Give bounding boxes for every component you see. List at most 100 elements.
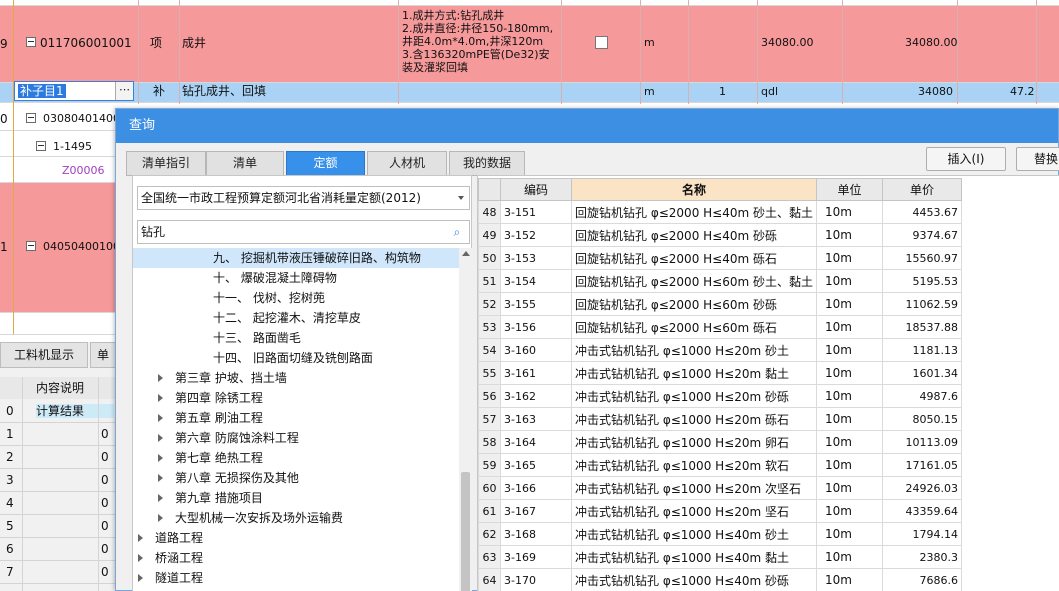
row-number[interactable]: 57 [478,407,501,431]
quota-price[interactable]: 8050.15 [882,407,962,431]
tree-item[interactable]: 第四章 除锈工程 [133,388,459,408]
value-cell[interactable]: 0 [101,450,109,464]
quota-unit[interactable]: 10m [816,568,883,591]
quota-price[interactable]: 4987.6 [882,384,962,408]
table-row[interactable]: 50 3-153 回旋钻机钻孔 φ≤2000 H≤40m 砾石 10m 15560.97 [478,246,962,270]
quota-name[interactable]: 冲击式钻机钻孔 φ≤1000 H≤20m 卵石 [571,430,817,454]
quota-code[interactable]: 3-168 [500,522,572,546]
quota-price[interactable]: 2380.3 [882,545,962,569]
expand-arrow-icon[interactable] [158,394,163,402]
row-number[interactable]: 53 [478,315,501,339]
collapse-icon[interactable] [36,141,46,151]
quota-code[interactable]: 3-165 [500,453,572,477]
quota-code[interactable]: 3-162 [500,384,572,408]
tab-my-data[interactable]: 我的数据 [449,151,525,176]
tab-resource-display[interactable]: 工料机显示 [0,342,88,368]
name-header[interactable]: 名称 [571,178,817,201]
quota-price[interactable]: 1181.13 [882,338,962,362]
row-number[interactable]: 48 [478,200,501,224]
expand-arrow-icon[interactable] [158,414,163,422]
tab-quota[interactable]: 定额 [286,151,365,176]
price-header[interactable]: 单价 [882,178,962,201]
quota-code[interactable]: 3-169 [500,545,572,569]
quota-price[interactable]: 7686.6 [882,568,962,591]
quota-code[interactable]: 3-170 [500,568,572,591]
quota-price[interactable]: 5195.53 [882,269,962,293]
tree-item[interactable]: 十二、 起挖灌木、清挖草皮 [133,308,459,328]
quota-unit[interactable]: 10m [816,361,883,385]
row-number[interactable]: 49 [478,223,501,247]
quota-name[interactable]: 冲击式钻机钻孔 φ≤1000 H≤20m 砂土 [571,338,817,362]
more-button[interactable]: ⋯ [115,82,133,100]
tree-item[interactable]: 第三章 护坡、挡土墙 [133,368,459,388]
quota-unit[interactable]: 10m [816,246,883,270]
value-cell[interactable]: 0 [101,427,109,441]
quota-unit[interactable]: 10m [816,545,883,569]
replace-button[interactable]: 替换 [1016,147,1059,171]
table-row[interactable]: 60 3-166 冲击式钻机钻孔 φ≤1000 H≤20m 次坚石 10m 24926.… [478,476,962,500]
tree-item[interactable]: 隧道工程 [133,568,459,588]
quota-unit[interactable]: 10m [816,453,883,477]
quota-name[interactable]: 冲击式钻机钻孔 φ≤1000 H≤20m 砂砾 [571,384,817,408]
checkbox[interactable] [595,36,608,49]
table-row[interactable]: 55 3-161 冲击式钻机钻孔 φ≤1000 H≤20m 黏土 10m 1601.34 [478,361,962,385]
quota-code[interactable]: 3-153 [500,246,572,270]
expand-arrow-icon[interactable] [138,574,143,582]
collapse-icon[interactable] [26,241,36,251]
chevron-down-icon[interactable] [458,196,464,200]
row-number[interactable]: 52 [478,292,501,316]
table-row[interactable]: 54 3-160 冲击式钻机钻孔 φ≤1000 H≤20m 砂土 10m 1181.13 [478,338,962,362]
quota-name[interactable]: 冲击式钻机钻孔 φ≤1000 H≤20m 坚石 [571,499,817,523]
insert-button[interactable]: 插入(I) [926,147,1006,171]
expand-arrow-icon[interactable] [138,534,143,542]
quota-unit[interactable]: 10m [816,223,883,247]
quota-unit[interactable]: 10m [816,522,883,546]
quota-library-select[interactable]: 全国统一市政工程预算定额河北省消耗量定额(2012) [137,186,470,210]
quota-code[interactable]: 3-164 [500,430,572,454]
row-number[interactable]: 54 [478,338,501,362]
sub-item-code-input[interactable]: 补子目1 ⋯ [14,81,134,101]
quota-name[interactable]: 冲击式钻机钻孔 φ≤1000 H≤40m 黏土 [571,545,817,569]
quota-price[interactable]: 1601.34 [882,361,962,385]
quota-name[interactable]: 冲击式钻机钻孔 φ≤1000 H≤40m 砂土 [571,522,817,546]
quota-name[interactable]: 回旋钻机钻孔 φ≤2000 H≤60m 砂砾 [571,292,817,316]
value-cell[interactable]: 0 [101,519,109,533]
row-number[interactable]: 63 [478,545,501,569]
quota-code[interactable]: 3-161 [500,361,572,385]
quota-name[interactable]: 冲击式钻机钻孔 φ≤1000 H≤20m 软石 [571,453,817,477]
search-input[interactable]: 钻孔 ⌕ [137,220,470,244]
tab-labor-material-machine[interactable]: 人材机 [367,151,447,176]
quota-unit[interactable]: 10m [816,292,883,316]
expand-arrow-icon[interactable] [158,374,163,382]
unit-header[interactable]: 单位 [816,178,883,201]
quota-name[interactable]: 回旋钻机钻孔 φ≤2000 H≤60m 砂土、黏土 [571,269,817,293]
quota-unit[interactable]: 10m [816,384,883,408]
tree-item[interactable]: 桥涵工程 [133,548,459,568]
tab-bill-guide[interactable]: 清单指引 [126,151,206,176]
tree-item[interactable]: 第八章 无损探伤及其他 [133,468,459,488]
expand-arrow-icon[interactable] [158,434,163,442]
tree-item[interactable]: 九、 挖掘机带液压锤破碎旧路、构筑物 [133,248,459,268]
row-number[interactable]: 50 [478,246,501,270]
quota-unit[interactable]: 10m [816,269,883,293]
table-row[interactable]: 62 3-168 冲击式钻机钻孔 φ≤1000 H≤40m 砂土 10m 1794.14 [478,522,962,546]
quota-code[interactable]: 3-151 [500,200,572,224]
table-row[interactable]: 52 3-155 回旋钻机钻孔 φ≤2000 H≤60m 砂砾 10m 11062.59 [478,292,962,316]
table-row[interactable]: 53 3-156 回旋钻机钻孔 φ≤2000 H≤60m 砾石 10m 18537.88 [478,315,962,339]
expand-arrow-icon[interactable] [158,514,163,522]
row-number[interactable]: 62 [478,522,501,546]
quota-unit[interactable]: 10m [816,499,883,523]
tree-item[interactable]: 大型机械一次安拆及场外运输费 [133,508,459,528]
table-row[interactable]: 59 3-165 冲击式钻机钻孔 φ≤1000 H≤20m 软石 10m 17161.0… [478,453,962,477]
quota-price[interactable]: 4453.67 [882,200,962,224]
expand-arrow-icon[interactable] [158,454,163,462]
table-row[interactable]: 48 3-151 回旋钻机钻孔 φ≤2000 H≤40m 砂土、黏土 10m 4453.… [478,200,962,224]
quota-code[interactable]: 3-167 [500,499,572,523]
row-number[interactable]: 64 [478,568,501,591]
quota-name[interactable]: 冲击式钻机钻孔 φ≤1000 H≤40m 砂砾 [571,568,817,591]
tree-item[interactable]: 十、 爆破混凝土障碍物 [133,268,459,288]
row-number[interactable]: 56 [478,384,501,408]
collapse-icon[interactable] [26,37,36,47]
quota-code[interactable]: 3-154 [500,269,572,293]
table-row[interactable]: 63 3-169 冲击式钻机钻孔 φ≤1000 H≤40m 黏土 10m 2380.3 [478,545,962,569]
